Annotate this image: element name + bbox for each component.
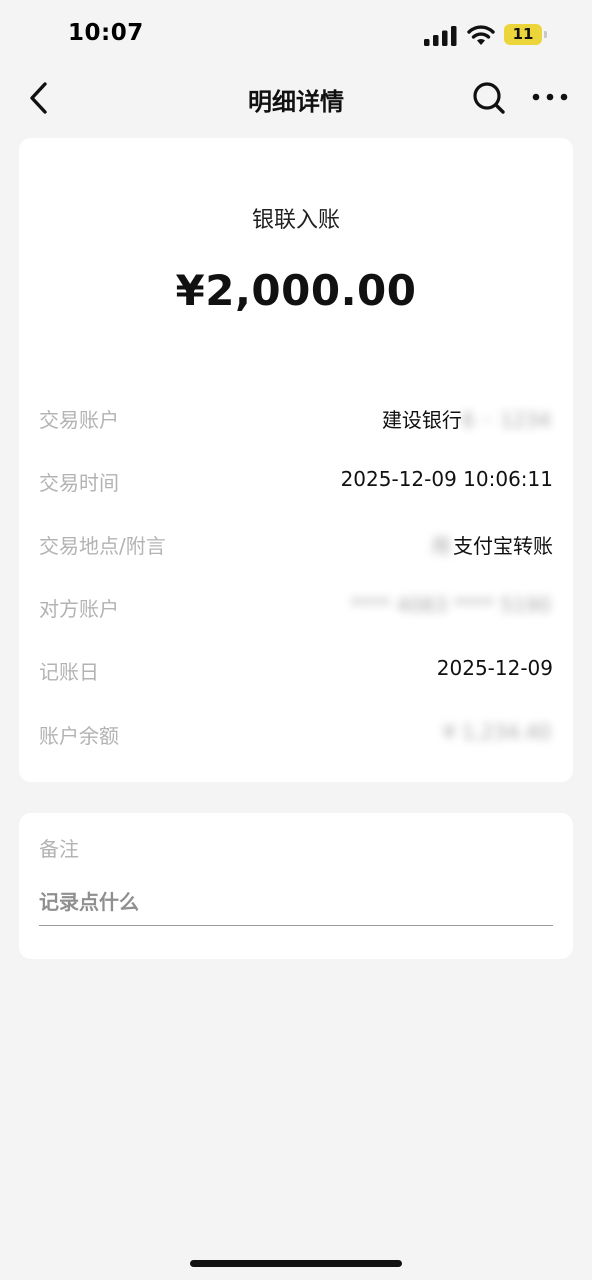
location-label: 交易地点/附言 (39, 534, 166, 558)
nav-bar: 明细详情 (0, 70, 592, 126)
home-indicator[interactable] (190, 1260, 402, 1267)
redacted-text: 用 (431, 534, 451, 558)
status-time: 10:07 (68, 20, 144, 46)
status-bar: 10:07 11 (0, 0, 592, 70)
transaction-type: 银联入账 (251, 208, 340, 233)
transaction-amount: ¥2,000.00 (175, 266, 417, 315)
row-counterparty: 对方账户 **** 4083 **** 5190 (39, 587, 553, 627)
location-value: 用支付宝转账 (431, 534, 553, 558)
row-time: 交易时间 2025-12-09 10:06:11 (39, 461, 553, 501)
note-title: 备注 (39, 837, 79, 861)
signal-icon (424, 26, 457, 46)
posting-date-label: 记账日 (39, 660, 99, 684)
note-input[interactable] (39, 879, 553, 926)
balance-value: ¥ 1,234.40 (443, 720, 553, 744)
more-horizontal-icon (532, 93, 568, 101)
counterparty-value: **** 4083 **** 5190 (350, 593, 553, 617)
row-location: 交易地点/附言 用支付宝转账 (39, 524, 553, 564)
account-label: 交易账户 (39, 408, 119, 432)
row-account: 交易账户 建设银行6 ·· 1234 (39, 398, 553, 438)
row-posting-date: 记账日 2025-12-09 (39, 650, 553, 690)
more-button[interactable] (530, 84, 570, 110)
balance-label: 账户余额 (39, 724, 119, 748)
row-balance: 账户余额 ¥ 1,234.40 (39, 714, 553, 754)
battery-indicator: 11 (504, 24, 547, 45)
counterparty-label: 对方账户 (39, 597, 119, 621)
account-value: 建设银行6 ·· 1234 (381, 408, 551, 432)
note-card: 备注 (19, 813, 573, 959)
redacted-text: 6 ·· 1234 (461, 408, 551, 432)
search-icon (473, 82, 505, 114)
redacted-text: ¥ 1,234.40 (442, 720, 551, 744)
transaction-detail-card: 银联入账 ¥2,000.00 交易账户 建设银行6 ·· 1234 交易时间 2… (19, 138, 573, 782)
redacted-text: **** 4083 **** 5190 (350, 593, 551, 617)
posting-date-value: 2025-12-09 (436, 656, 553, 680)
wifi-icon (467, 25, 495, 45)
time-value: 2025-12-09 10:06:11 (340, 467, 553, 491)
time-label: 交易时间 (39, 471, 119, 495)
search-button[interactable] (470, 78, 508, 118)
